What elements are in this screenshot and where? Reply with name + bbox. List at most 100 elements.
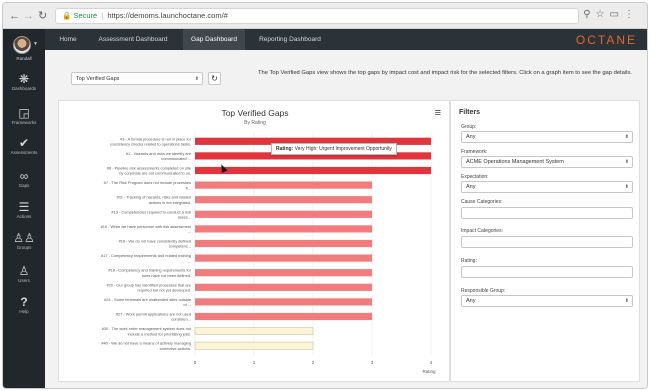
sidebar-item-label: Actions	[16, 214, 32, 219]
impact-categories-label: Impact Categories:	[461, 228, 503, 234]
category-label: include a method for prioritizing jobs.	[128, 331, 191, 336]
category-label: competenc...	[169, 244, 191, 249]
star-icon[interactable]: ☆	[596, 9, 610, 20]
zoom-icon[interactable]: ⚲	[583, 9, 595, 20]
reload-icon[interactable]: ↻	[38, 10, 47, 22]
x-tick-label: 3	[371, 360, 374, 365]
view-select-value: Top Verified Gaps	[76, 76, 120, 82]
users-icon: ♙♙	[13, 231, 35, 245]
bar[interactable]	[195, 239, 372, 248]
framework-select[interactable]: ACME Operations Management System ⬍	[461, 156, 633, 168]
category-label: #7 - The Risk Program does not include p…	[104, 180, 191, 185]
x-tick-label: 0	[194, 360, 197, 365]
category-label: #24 - Some terminals are unattended site…	[104, 297, 191, 302]
group-select[interactable]: Any ⬍	[461, 131, 633, 143]
category-label: roles have not been defined.	[142, 273, 191, 278]
tab-home[interactable]: Home	[53, 29, 83, 50]
secure-label: Secure	[73, 11, 98, 20]
chart-panel: Top Verified Gaps By Rating ≡ 0 1 2 3 4 Ratin…	[58, 100, 450, 382]
select-caret-icon: ⬍	[194, 76, 199, 82]
sidebar-item-label: Groups	[16, 245, 32, 250]
list-icon: ☰	[18, 200, 30, 214]
responsible-group-select[interactable]: Any ⬍	[461, 295, 633, 307]
bar[interactable]	[195, 166, 431, 175]
view-select[interactable]: Top Verified Gaps ⬍	[71, 72, 203, 85]
expectation-label: Expectation:	[461, 174, 489, 180]
sidebar-item-users[interactable]: ♙ Users	[3, 265, 45, 284]
sidebar-item-label: Dashboards	[11, 86, 37, 91]
category-label: ...	[188, 229, 191, 234]
category-label: required but not yet developed.	[137, 288, 191, 293]
app-sidebar: ▼ Randall ❋ Dashboards ◲ Frameworks ✔ As…	[3, 29, 45, 388]
refresh-icon: ↻	[211, 74, 218, 83]
category-label: communicated ...	[161, 156, 191, 161]
browser-toolbar: ← → ↻ 🔒 Secure | https://demoms.launchoc…	[3, 3, 647, 29]
responsible-group-label: Responsible Group:	[461, 288, 506, 294]
sidebar-item-groups[interactable]: ♙♙ Groups	[3, 232, 45, 251]
tooltip-value: Very High: Urgent Improvement Opportunit…	[294, 146, 392, 152]
bar[interactable]	[195, 254, 372, 262]
category-label: consisten...	[171, 317, 191, 322]
refresh-button[interactable]: ↻	[208, 72, 221, 85]
sidebar-item-actions[interactable]: ☰ Actions	[3, 201, 45, 220]
bar[interactable]	[195, 210, 372, 218]
sidebar-item-help[interactable]: ? Help	[3, 296, 45, 315]
tooltip-key: Rating:	[276, 146, 294, 152]
bar[interactable]	[194, 341, 314, 350]
category-label: corrective actions.	[160, 346, 191, 351]
sidebar-item-assessments[interactable]: ✔ Assessments	[3, 137, 45, 156]
group-select-value: Any	[466, 134, 476, 140]
tab-assessment-dashboard[interactable]: Assessment Dashboard	[91, 29, 175, 50]
user-name: Randall	[16, 56, 32, 61]
bar[interactable]	[195, 269, 372, 277]
lock-icon: 🔒	[62, 11, 72, 20]
back-icon[interactable]: ←	[9, 10, 20, 22]
bar[interactable]	[195, 225, 372, 233]
tab-gap-dashboard[interactable]: Gap Dashboard	[183, 29, 245, 50]
thumbs-up-icon: ✔	[18, 136, 30, 150]
sidebar-item-dashboards[interactable]: ❋ Dashboards	[3, 73, 45, 92]
framework-label: Framework:	[461, 149, 488, 155]
forward-icon[interactable]: →	[23, 10, 34, 22]
tab-reporting-dashboard[interactable]: Reporting Dashboard	[251, 29, 329, 50]
chart-tooltip: Rating: Very High: Urgent Improvement Op…	[271, 143, 397, 155]
rating-input[interactable]	[461, 266, 633, 278]
category-label: fr...	[186, 185, 191, 190]
category-label: consistency checks related to operations…	[110, 142, 191, 147]
url-separator: |	[101, 11, 104, 20]
select-caret-icon: ⬍	[624, 298, 629, 304]
url-text: https://demoms.launchoctane.com/#	[107, 11, 228, 20]
browser-actions: ⚲☆▭⋮	[583, 9, 639, 20]
bar[interactable]	[195, 181, 372, 189]
impact-categories-input[interactable]	[461, 236, 633, 248]
cause-categories-input[interactable]	[461, 207, 633, 219]
bar[interactable]	[195, 312, 372, 321]
question-icon: ?	[20, 295, 28, 309]
filters-title: Filters	[459, 109, 481, 116]
category-label: #17 - Competency requirements and relate…	[101, 253, 191, 258]
select-caret-icon: ⬍	[624, 134, 629, 140]
bar[interactable]	[195, 298, 372, 306]
sitemap-icon: ◲	[18, 106, 30, 120]
sidebar-item-label: Gaps	[18, 183, 30, 188]
rating-label: Rating:	[461, 258, 477, 264]
view-description: The Top Verified Gaps view shows the top…	[258, 70, 632, 76]
bar[interactable]	[194, 327, 314, 335]
menu-dots-icon[interactable]: ⋮	[624, 9, 639, 20]
category-label: of ...	[183, 302, 191, 307]
bar[interactable]	[195, 196, 372, 204]
main-nav: Home Assessment Dashboard Gap Dashboard …	[45, 29, 647, 50]
category-label: #10 - While we have personnel with risk …	[101, 224, 192, 229]
filters-panel: Filters Group: Any ⬍ Framework: ACME Oper…	[450, 100, 640, 382]
caret-down-icon[interactable]: ▼	[33, 41, 38, 47]
cast-icon[interactable]: ▭	[610, 9, 624, 20]
user-icon: ♙	[18, 264, 30, 278]
sidebar-item-label: Frameworks	[11, 120, 37, 125]
sidebar-item-gaps[interactable]: ∞ Gaps	[3, 170, 45, 189]
avatar[interactable]	[13, 36, 31, 54]
expectation-select[interactable]: Any ⬍	[461, 181, 633, 193]
address-bar[interactable]: 🔒 Secure | https://demoms.launchoctane.c…	[55, 8, 579, 24]
bar[interactable]	[195, 283, 372, 291]
sidebar-item-frameworks[interactable]: ◲ Frameworks	[3, 107, 45, 126]
gap-dashboard-content: Top Verified Gaps ⬍ ↻ The Top Verified G…	[45, 50, 647, 388]
